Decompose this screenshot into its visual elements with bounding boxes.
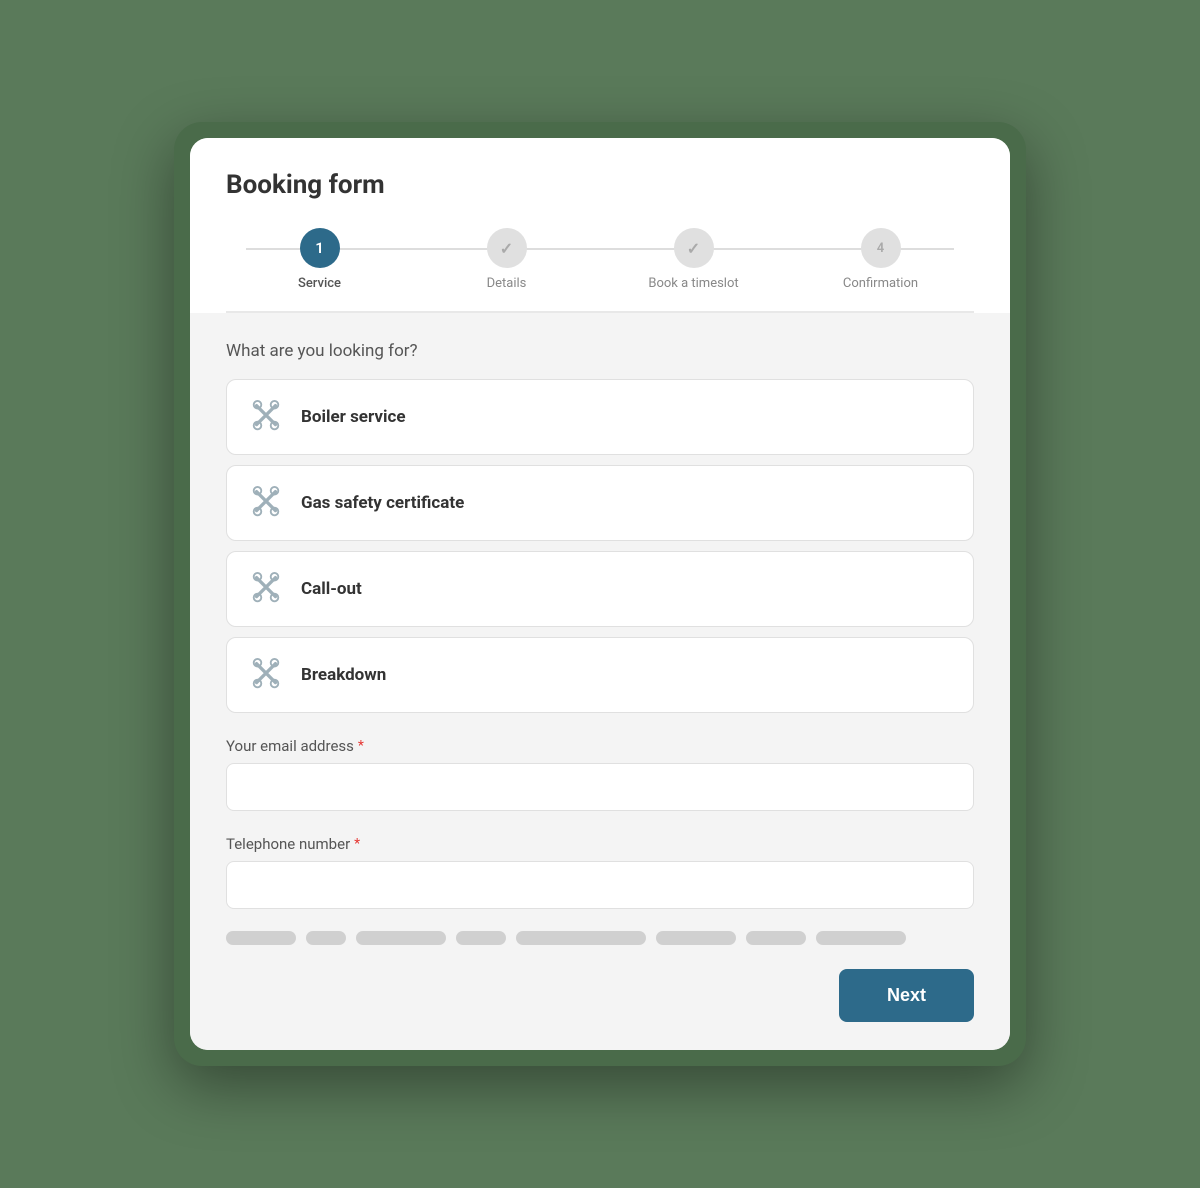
- step-service[interactable]: 1 Service: [226, 228, 413, 291]
- service-option-callout[interactable]: Call-out: [226, 551, 974, 627]
- stepper: 1 Service Details Book a timeslot 4 Conf…: [226, 228, 974, 291]
- phone-field-group: Telephone number *: [226, 835, 974, 909]
- email-input[interactable]: [226, 763, 974, 811]
- step-service-label: Service: [298, 276, 341, 291]
- step-details[interactable]: Details: [413, 228, 600, 291]
- step-confirmation-label: Confirmation: [843, 276, 918, 291]
- wrench-cross-icon-boiler: [247, 398, 285, 436]
- skeleton-1: [226, 931, 296, 945]
- modal-header: Booking form 1 Service Details Book a ti…: [190, 138, 1010, 313]
- skeleton-6: [656, 931, 736, 945]
- skeleton-8: [816, 931, 906, 945]
- email-field-group: Your email address *: [226, 737, 974, 811]
- skeleton-row: [226, 931, 974, 945]
- service-option-boiler[interactable]: Boiler service: [226, 379, 974, 455]
- phone-label: Telephone number *: [226, 835, 974, 853]
- next-button[interactable]: Next: [839, 969, 974, 1022]
- wrench-cross-icon-gas: [247, 484, 285, 522]
- step-details-circle: [487, 228, 527, 268]
- modal-title: Booking form: [226, 170, 974, 200]
- service-option-gas[interactable]: Gas safety certificate: [226, 465, 974, 541]
- skeleton-4: [456, 931, 506, 945]
- step-timeslot-circle: [674, 228, 714, 268]
- modal-body: What are you looking for? Boiler service: [190, 313, 1010, 969]
- skeleton-2: [306, 931, 346, 945]
- wrench-cross-icon-callout: [247, 570, 285, 608]
- step-confirmation[interactable]: 4 Confirmation: [787, 228, 974, 291]
- step-timeslot[interactable]: Book a timeslot: [600, 228, 787, 291]
- phone-required-star: *: [354, 836, 360, 852]
- step-service-circle: 1: [300, 228, 340, 268]
- skeleton-3: [356, 931, 446, 945]
- phone-input[interactable]: [226, 861, 974, 909]
- step-confirmation-circle: 4: [861, 228, 901, 268]
- service-label-breakdown: Breakdown: [301, 665, 386, 685]
- skeleton-7: [746, 931, 806, 945]
- step-timeslot-label: Book a timeslot: [648, 276, 738, 291]
- service-label-gas: Gas safety certificate: [301, 493, 464, 513]
- wrench-cross-icon-breakdown: [247, 656, 285, 694]
- booking-modal: Booking form 1 Service Details Book a ti…: [190, 138, 1010, 1050]
- email-label: Your email address *: [226, 737, 974, 755]
- modal-wrapper: Booking form 1 Service Details Book a ti…: [174, 122, 1026, 1066]
- service-label-boiler: Boiler service: [301, 407, 406, 427]
- service-question: What are you looking for?: [226, 341, 974, 361]
- email-required-star: *: [358, 738, 364, 754]
- service-label-callout: Call-out: [301, 579, 362, 599]
- service-option-breakdown[interactable]: Breakdown: [226, 637, 974, 713]
- modal-footer: Next: [190, 969, 1010, 1050]
- step-details-label: Details: [487, 276, 527, 291]
- skeleton-5: [516, 931, 646, 945]
